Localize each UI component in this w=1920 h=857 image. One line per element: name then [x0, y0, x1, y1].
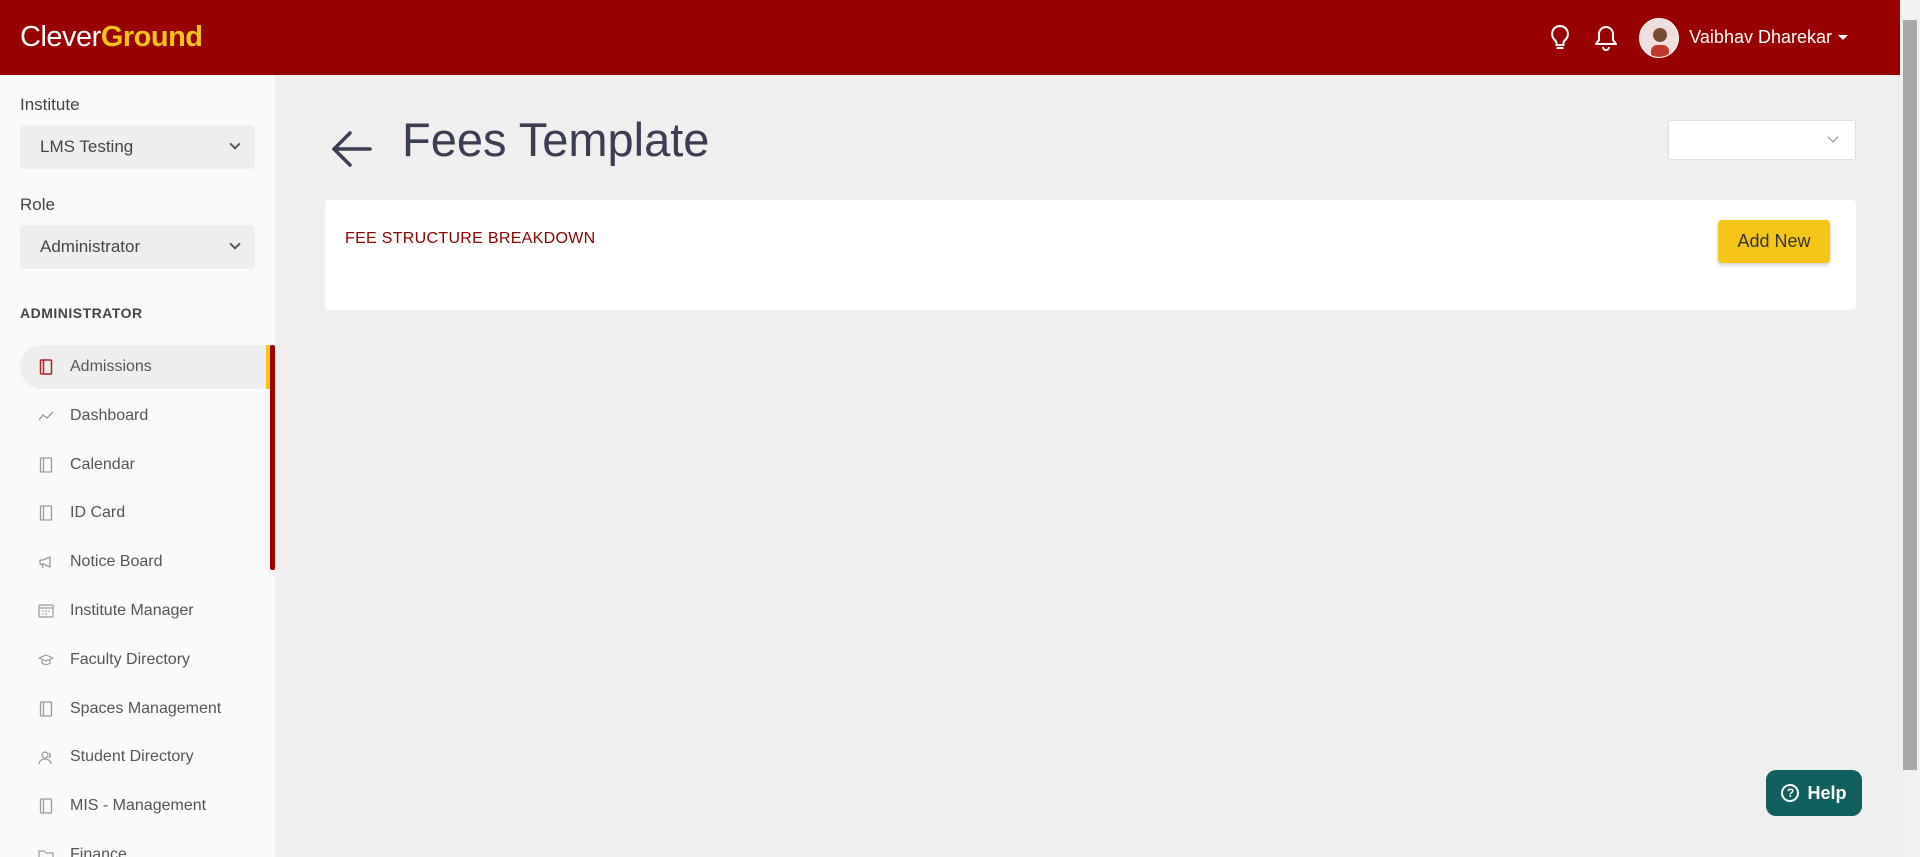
fee-structure-card: FEE STRUCTURE BREAKDOWN Add New: [325, 200, 1856, 310]
book-icon: [38, 700, 54, 717]
back-arrow-icon[interactable]: [330, 125, 374, 174]
role-value: Administrator: [40, 237, 141, 256]
trend-icon: [38, 408, 54, 424]
book-icon: [38, 505, 54, 522]
help-button[interactable]: ? Help: [1766, 770, 1862, 816]
avatar[interactable]: [1639, 17, 1680, 58]
sidebar-item-label: MIS - Management: [70, 797, 207, 815]
institute-select[interactable]: LMS Testing: [20, 125, 255, 169]
sidebar: Institute LMS Testing Role Administrator…: [0, 75, 275, 857]
sidebar-item-label: Calendar: [70, 455, 135, 473]
bell-icon[interactable]: [1591, 23, 1621, 53]
role-label: Role: [20, 195, 55, 214]
section-title: ADMINISTRATOR: [20, 305, 143, 321]
sidebar-item-label: Notice Board: [70, 553, 163, 571]
chevron-down-icon: [229, 238, 241, 250]
calendar-grid-icon: [38, 603, 54, 619]
sidebar-item-calendar[interactable]: Calendar: [20, 443, 270, 487]
megaphone-icon: [38, 554, 54, 570]
caret-down-icon: [1838, 35, 1848, 40]
sidebar-item-student-directory[interactable]: Student Directory: [20, 735, 270, 779]
page-scrollbar[interactable]: [1900, 0, 1920, 857]
chevron-down-icon: [1827, 131, 1839, 143]
lightbulb-icon[interactable]: [1545, 23, 1575, 53]
users-icon: [38, 749, 54, 765]
sidebar-item-id-card[interactable]: ID Card: [20, 491, 270, 535]
card-title: FEE STRUCTURE BREAKDOWN: [345, 230, 596, 247]
sidebar-item-label: Finance: [70, 845, 127, 857]
sidebar-item-notice-board[interactable]: Notice Board: [20, 540, 270, 584]
sidebar-item-dashboard[interactable]: Dashboard: [20, 394, 270, 438]
sidebar-item-label: Student Directory: [70, 748, 194, 766]
sidebar-item-label: ID Card: [70, 504, 126, 522]
user-name: Vaibhav Dharekar: [1689, 27, 1832, 47]
sidebar-item-label: Institute Manager: [70, 601, 194, 619]
user-menu[interactable]: Vaibhav Dharekar: [1689, 27, 1848, 48]
institute-value: LMS Testing: [40, 137, 134, 156]
institute-label: Institute: [20, 95, 80, 114]
scrollbar-thumb[interactable]: [1903, 20, 1917, 770]
help-label: Help: [1807, 782, 1847, 803]
logo-text-ground: Ground: [100, 21, 203, 53]
sidebar-menu: Admissions Dashboard Calendar ID Card No…: [20, 345, 270, 857]
logo[interactable]: Clever Ground: [20, 21, 203, 54]
sidebar-scroll-indicator[interactable]: [270, 345, 275, 570]
folder-icon: [38, 847, 54, 857]
add-new-button[interactable]: Add New: [1718, 220, 1830, 263]
sidebar-item-label: Dashboard: [70, 406, 149, 424]
sidebar-item-finance[interactable]: Finance: [20, 833, 270, 857]
graduation-cap-icon: [38, 652, 54, 668]
sidebar-item-spaces-management[interactable]: Spaces Management: [20, 687, 270, 731]
session-select[interactable]: [1668, 120, 1856, 160]
logo-text-clever: Clever: [20, 21, 101, 53]
book-icon: [38, 456, 54, 473]
role-select[interactable]: Administrator: [20, 225, 255, 269]
sidebar-item-admissions[interactable]: Admissions: [20, 345, 270, 389]
page-title: Fees Template: [402, 113, 710, 166]
chevron-down-icon: [229, 138, 241, 150]
book-icon: [38, 798, 54, 814]
sidebar-item-faculty-directory[interactable]: Faculty Directory: [20, 638, 270, 682]
sidebar-item-label: Faculty Directory: [70, 650, 191, 668]
top-navbar: Clever Ground Vaibhav Dharekar: [0, 0, 1900, 75]
sidebar-item-mis-management[interactable]: MIS - Management: [20, 784, 270, 828]
sidebar-item-institute-manager[interactable]: Institute Manager: [20, 589, 270, 633]
sidebar-item-label: Admissions: [70, 358, 152, 375]
book-icon: [38, 359, 54, 375]
question-circle-icon: ?: [1781, 784, 1800, 802]
sidebar-item-label: Spaces Management: [70, 699, 222, 717]
